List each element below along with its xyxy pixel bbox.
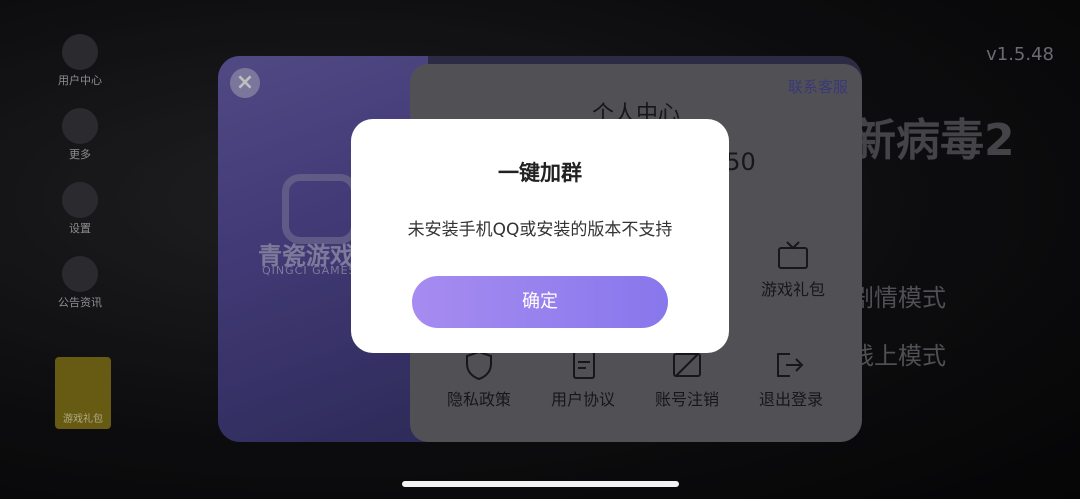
dialog-title: 一键加群 [498,161,582,185]
alert-dialog: 一键加群 未安装手机QQ或安装的版本不支持 确定 [351,119,729,353]
home-indicator[interactable] [402,481,679,487]
dialog-message: 未安装手机QQ或安装的版本不支持 [407,220,673,240]
confirm-button[interactable]: 确定 [412,276,668,328]
